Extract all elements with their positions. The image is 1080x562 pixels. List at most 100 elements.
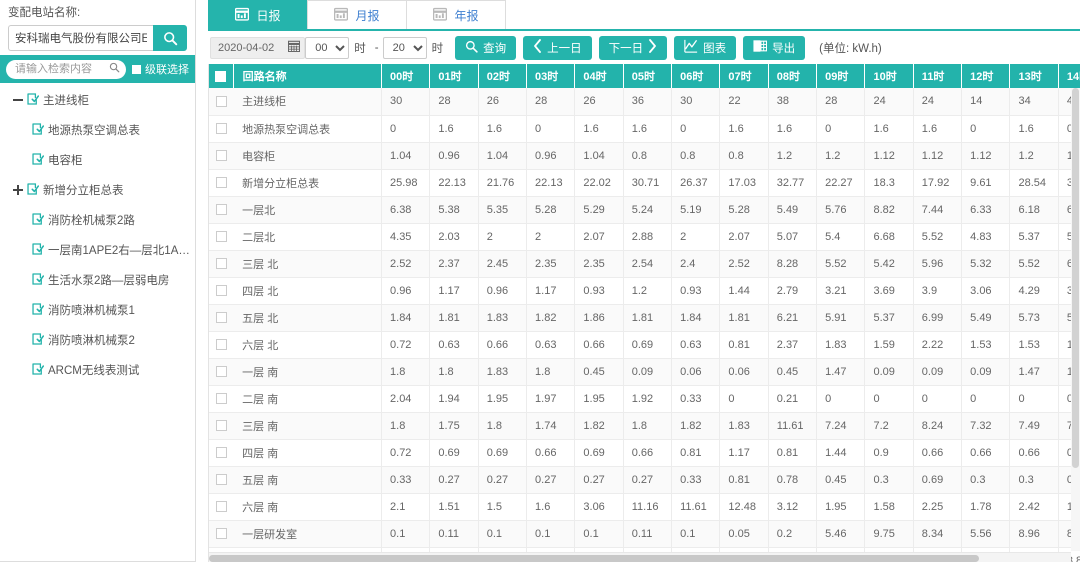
row-checkbox[interactable]: [216, 96, 227, 107]
column-header-hour-6[interactable]: 06时: [672, 64, 720, 88]
next-day-button[interactable]: 下一日: [599, 36, 668, 60]
search-icon[interactable]: [109, 62, 120, 76]
column-header-name[interactable]: 回路名称: [233, 64, 381, 88]
row-checkbox[interactable]: [216, 447, 227, 458]
row-select-cell[interactable]: [209, 115, 233, 142]
row-checkbox[interactable]: [216, 177, 227, 188]
row-checkbox[interactable]: [216, 312, 227, 323]
vertical-scrollbar[interactable]: [1071, 88, 1080, 551]
table-row[interactable]: 地源热泵空调总表01.61.601.61.601.61.601.61.601.6…: [209, 115, 1080, 142]
table-row[interactable]: 三层 南1.81.751.81.741.821.81.821.8311.617.…: [209, 412, 1080, 439]
hour-to-select[interactable]: 0001020304050607080910111213141516171819…: [383, 37, 427, 59]
tree-node-3[interactable]: 新增分立柜总表: [0, 175, 195, 205]
column-header-hour-11[interactable]: 11时: [913, 64, 961, 88]
column-header-hour-4[interactable]: 04时: [575, 64, 623, 88]
tree-node-6[interactable]: 生活水泵2路—层弱电房: [0, 265, 195, 295]
table-row[interactable]: 四层 南0.720.690.690.660.690.660.811.170.81…: [209, 439, 1080, 466]
row-select-cell[interactable]: [209, 169, 233, 196]
row-select-cell[interactable]: [209, 493, 233, 520]
column-header-hour-10[interactable]: 10时: [865, 64, 913, 88]
row-select-cell[interactable]: [209, 142, 233, 169]
table-row[interactable]: 二层北4.352.03222.072.8822.075.075.46.685.5…: [209, 223, 1080, 250]
row-select-cell[interactable]: [209, 520, 233, 547]
row-checkbox[interactable]: [216, 123, 227, 134]
row-select-cell[interactable]: [209, 277, 233, 304]
row-checkbox[interactable]: [216, 231, 227, 242]
row-checkbox[interactable]: [216, 204, 227, 215]
column-header-hour-2[interactable]: 02时: [478, 64, 526, 88]
row-checkbox[interactable]: [216, 420, 227, 431]
horizontal-scrollbar[interactable]: [209, 552, 1071, 562]
row-checkbox[interactable]: [216, 285, 227, 296]
hour-from-select[interactable]: 0001020304050607080910111213141516171819…: [305, 37, 349, 59]
row-select-cell[interactable]: [209, 88, 233, 115]
tree-node-7[interactable]: 消防喷淋机械泵1: [0, 295, 195, 325]
tree-node-4[interactable]: 消防栓机械泵2路: [0, 205, 195, 235]
cascade-select-toggle[interactable]: 级联选择: [132, 61, 189, 77]
query-button[interactable]: 查询: [455, 36, 516, 60]
column-header-hour-14[interactable]: 14时: [1058, 64, 1080, 88]
table-row[interactable]: 五层 南0.330.270.270.270.270.270.330.810.78…: [209, 466, 1080, 493]
table-row[interactable]: 六层 南2.11.511.51.63.0611.1611.6112.483.12…: [209, 493, 1080, 520]
tree-node-2[interactable]: 电容柜: [0, 145, 195, 175]
table-row[interactable]: 电容柜1.040.961.040.961.040.80.80.81.21.21.…: [209, 142, 1080, 169]
station-search-button[interactable]: [153, 25, 187, 51]
row-checkbox[interactable]: [216, 150, 227, 161]
row-checkbox[interactable]: [216, 258, 227, 269]
table-row[interactable]: 一层北6.385.385.355.285.295.245.195.285.495…: [209, 196, 1080, 223]
select-all-checkbox[interactable]: [215, 71, 226, 82]
tab-2[interactable]: 年报: [406, 0, 506, 29]
row-select-cell[interactable]: [209, 358, 233, 385]
table-row[interactable]: 一层研发室0.10.110.10.10.10.110.10.050.25.469…: [209, 520, 1080, 547]
column-header-hour-7[interactable]: 07时: [720, 64, 768, 88]
column-header-hour-5[interactable]: 05时: [623, 64, 671, 88]
row-checkbox[interactable]: [216, 339, 227, 350]
select-all-header[interactable]: [209, 64, 233, 88]
tab-1[interactable]: 月报: [307, 0, 407, 29]
row-checkbox[interactable]: [216, 528, 227, 539]
column-header-hour-12[interactable]: 12时: [962, 64, 1010, 88]
horizontal-scroll-thumb[interactable]: [209, 555, 979, 562]
row-checkbox[interactable]: [216, 501, 227, 512]
calendar-icon[interactable]: [288, 40, 300, 55]
row-select-cell[interactable]: [209, 331, 233, 358]
column-header-hour-1[interactable]: 01时: [430, 64, 478, 88]
tree-node-1[interactable]: 地源热泵空调总表: [0, 115, 195, 145]
prev-day-button[interactable]: 上一日: [523, 36, 592, 60]
tree-collapse-toggle[interactable]: [12, 94, 24, 106]
row-select-cell[interactable]: [209, 439, 233, 466]
column-header-hour-9[interactable]: 09时: [817, 64, 865, 88]
table-row[interactable]: 五层 北1.841.811.831.821.861.811.841.816.21…: [209, 304, 1080, 331]
column-header-hour-13[interactable]: 13时: [1010, 64, 1058, 88]
row-select-cell[interactable]: [209, 385, 233, 412]
table-row[interactable]: 一层 南1.81.81.831.80.450.090.060.060.451.4…: [209, 358, 1080, 385]
table-row[interactable]: 主进线柜302826282636302238282424143442444844…: [209, 88, 1080, 115]
row-checkbox[interactable]: [216, 474, 227, 485]
vertical-scroll-thumb[interactable]: [1072, 88, 1079, 468]
tree-node-0[interactable]: 主进线柜: [0, 85, 195, 115]
row-select-cell[interactable]: [209, 250, 233, 277]
table-row[interactable]: 六层 北0.720.630.660.630.660.690.630.812.37…: [209, 331, 1080, 358]
column-header-hour-0[interactable]: 00时: [382, 64, 430, 88]
row-select-cell[interactable]: [209, 196, 233, 223]
date-picker[interactable]: 2020-04-02: [210, 37, 305, 59]
table-row[interactable]: 三层 北2.522.372.452.352.352.542.42.528.285…: [209, 250, 1080, 277]
tab-0[interactable]: 日报: [208, 0, 308, 29]
row-select-cell[interactable]: [209, 466, 233, 493]
row-select-cell[interactable]: [209, 223, 233, 250]
table-row[interactable]: 新增分立柜总表25.9822.1321.7622.1322.0230.7126.…: [209, 169, 1080, 196]
tree-filter-input[interactable]: [15, 63, 109, 75]
tree-node-5[interactable]: 一层南1APE2右—层北1APE1左: [0, 235, 195, 265]
row-select-cell[interactable]: [209, 304, 233, 331]
row-checkbox[interactable]: [216, 393, 227, 404]
row-checkbox[interactable]: [216, 366, 227, 377]
tree-node-9[interactable]: ARCM无线表测试: [0, 355, 195, 385]
device-tree[interactable]: 主进线柜地源热泵空调总表电容柜新增分立柜总表消防栓机械泵2路一层南1APE2右—…: [0, 83, 195, 561]
table-row[interactable]: 四层 北0.961.170.961.170.931.20.931.442.793…: [209, 277, 1080, 304]
tree-expand-toggle[interactable]: [12, 184, 24, 196]
station-input[interactable]: [8, 25, 153, 51]
chart-button[interactable]: 图表: [674, 36, 736, 60]
export-button[interactable]: 导出: [743, 36, 805, 60]
column-header-hour-3[interactable]: 03时: [527, 64, 575, 88]
tree-node-8[interactable]: 消防喷淋机械泵2: [0, 325, 195, 355]
